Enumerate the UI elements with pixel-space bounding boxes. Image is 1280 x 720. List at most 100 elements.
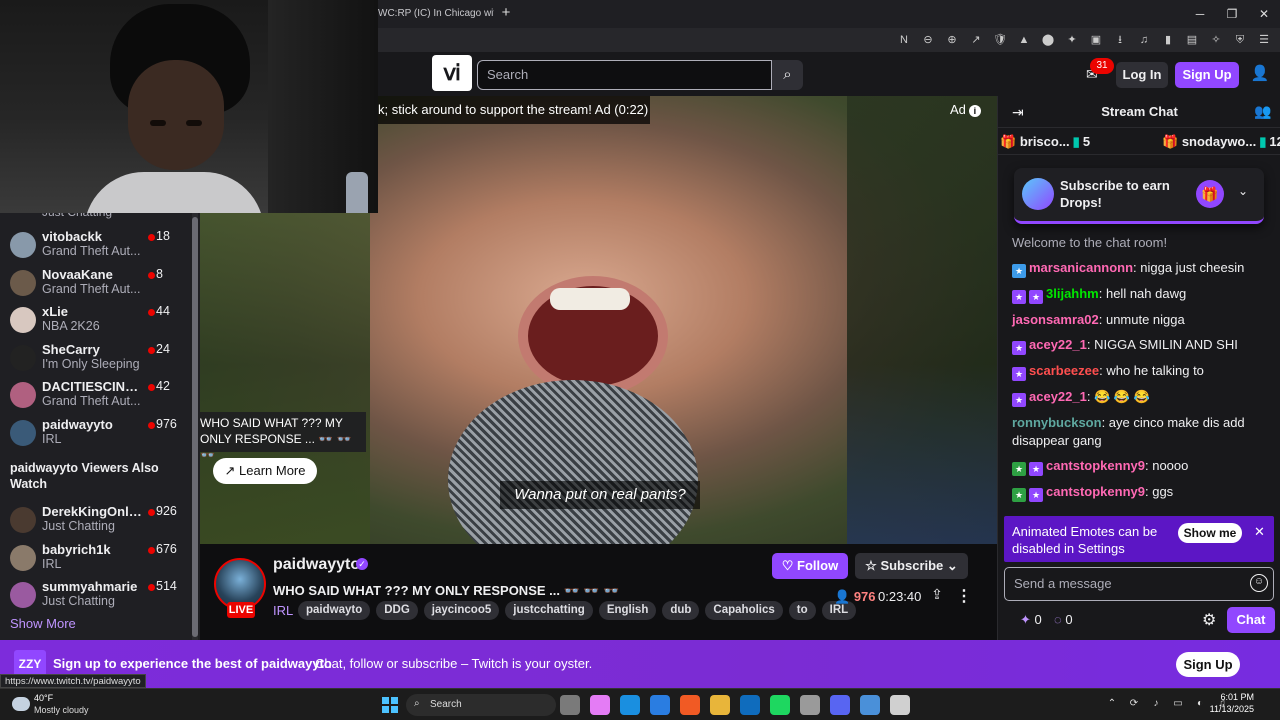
- taskbar-app-icon[interactable]: [830, 695, 850, 715]
- community-users-icon[interactable]: 👥: [1254, 103, 1272, 120]
- clock-date[interactable]: 11/13/2025: [1196, 704, 1254, 714]
- drops-promo-card[interactable]: Subscribe to earn Drops! 🎁 ⌄: [1014, 168, 1264, 224]
- sidebar-channel-item[interactable]: vitobackk Grand Theft Aut... 18: [0, 228, 192, 264]
- browser-extension-icon[interactable]: ▮: [1160, 32, 1176, 48]
- channel-points[interactable]: ✦ 0: [1020, 612, 1042, 628]
- browser-extension-icon[interactable]: 🛡: [992, 32, 1008, 48]
- windows-start-icon[interactable]: [382, 697, 398, 713]
- taskbar-search[interactable]: Search: [406, 694, 556, 716]
- close-icon[interactable]: ✕: [1254, 524, 1268, 540]
- chat-username[interactable]: cantstopkenny9: [1046, 458, 1145, 473]
- browser-extension-icon[interactable]: N: [896, 32, 912, 48]
- info-icon[interactable]: i: [968, 105, 981, 117]
- chat-badge-icon[interactable]: ★: [1012, 290, 1026, 304]
- taskbar-app-icon[interactable]: [890, 695, 910, 715]
- taskbar-app-icon[interactable]: [560, 695, 580, 715]
- chat-badge-icon[interactable]: ★: [1012, 367, 1026, 381]
- browser-extension-icon[interactable]: ⊖: [920, 32, 936, 48]
- browser-extension-icon[interactable]: ✧: [1208, 32, 1224, 48]
- chat-badge-icon[interactable]: ★: [1029, 462, 1043, 476]
- chat-badge-icon[interactable]: ★: [1012, 264, 1026, 278]
- sidebar-channel-item[interactable]: DerekKingOnline Just Chatting 926: [0, 503, 192, 539]
- more-options-icon[interactable]: ⋮: [956, 586, 972, 606]
- chat-badge-icon[interactable]: ★: [1012, 341, 1026, 355]
- sidebar-scrollbar-thumb[interactable]: [192, 217, 198, 637]
- chat-badge-icon[interactable]: ★: [1029, 488, 1043, 502]
- chat-send-button[interactable]: Chat: [1227, 607, 1275, 633]
- tray-icon[interactable]: ♪: [1150, 698, 1162, 710]
- stream-tag[interactable]: English: [598, 601, 657, 620]
- gift-leader-item[interactable]: 🎁 brisco... ▮ 5: [1000, 134, 1090, 150]
- browser-extension-icon[interactable]: ⭳: [1112, 32, 1128, 48]
- sidebar-channel-item[interactable]: summyahmarie Just Chatting 514: [0, 578, 192, 614]
- signup-button[interactable]: Sign Up: [1175, 62, 1239, 88]
- user-menu-icon[interactable]: 👤: [1250, 64, 1270, 84]
- chevron-down-icon[interactable]: ⌄: [1238, 184, 1248, 198]
- login-button[interactable]: Log In: [1116, 62, 1168, 88]
- sidebar-channel-item[interactable]: paidwayyto IRL 976: [0, 416, 192, 452]
- bits-balance[interactable]: ◌ 0: [1054, 612, 1073, 627]
- taskbar-app-icon[interactable]: [710, 695, 730, 715]
- follow-button[interactable]: ♡ Follow: [772, 553, 848, 579]
- search-input[interactable]: Search: [477, 60, 772, 90]
- twitch-logo[interactable]: ⅵ: [432, 55, 472, 91]
- browser-extension-icon[interactable]: ✦: [1064, 32, 1080, 48]
- chat-username[interactable]: scarbeezee: [1029, 363, 1099, 378]
- chat-username[interactable]: cantstopkenny9: [1046, 484, 1145, 499]
- chat-username[interactable]: 3lijahhm: [1046, 286, 1099, 301]
- stream-tag[interactable]: to: [788, 601, 816, 620]
- share-icon[interactable]: ⇪: [928, 586, 946, 606]
- chat-username[interactable]: acey22_1: [1029, 337, 1087, 352]
- taskbar-app-icon[interactable]: [770, 695, 790, 715]
- browser-extension-icon[interactable]: ⛨: [1232, 32, 1248, 48]
- clock-time[interactable]: 6:01 PM: [1210, 692, 1254, 702]
- taskbar-app-icon[interactable]: [620, 695, 640, 715]
- minimize-button[interactable]: ─: [1184, 0, 1216, 28]
- chat-username[interactable]: marsanicannonn: [1029, 260, 1133, 275]
- browser-extension-icon[interactable]: ♫: [1136, 32, 1152, 48]
- sidebar-channel-item[interactable]: NovaaKane Grand Theft Aut... 8: [0, 266, 192, 302]
- streamer-name[interactable]: paidwayyto: [273, 556, 360, 574]
- search-icon[interactable]: ⌕: [772, 60, 803, 90]
- stream-tag[interactable]: DDG: [376, 601, 418, 620]
- stream-tag[interactable]: paidwayto: [298, 601, 371, 620]
- taskbar-app-icon[interactable]: [650, 695, 670, 715]
- banner-signup-button[interactable]: Sign Up: [1176, 652, 1240, 677]
- chat-badge-icon[interactable]: ★: [1012, 488, 1026, 502]
- browser-extension-icon[interactable]: ▣: [1088, 32, 1104, 48]
- chat-badge-icon[interactable]: ★: [1012, 462, 1026, 476]
- stream-category-link[interactable]: IRL: [273, 603, 293, 618]
- browser-tab[interactable]: WC:RP (IC) In Chicago with Bl: [370, 4, 494, 24]
- chat-badge-icon[interactable]: ★: [1012, 393, 1026, 407]
- gift-icon[interactable]: 🎁: [1196, 180, 1224, 208]
- emote-picker-icon[interactable]: ☺: [1250, 574, 1268, 592]
- show-me-button[interactable]: Show me: [1178, 523, 1242, 543]
- chat-message-input[interactable]: Send a message: [1004, 567, 1274, 601]
- browser-extension-icon[interactable]: ☰: [1256, 32, 1272, 48]
- sidebar-channel-item[interactable]: DACITIESCINDE... Grand Theft Aut... 42: [0, 378, 192, 414]
- stream-tag[interactable]: dub: [662, 601, 700, 620]
- chat-username[interactable]: acey22_1: [1029, 389, 1087, 404]
- tray-icon[interactable]: ⟳: [1128, 698, 1140, 710]
- taskbar-app-icon[interactable]: [800, 695, 820, 715]
- browser-extension-icon[interactable]: ▲: [1016, 32, 1032, 48]
- new-tab-button[interactable]: +: [498, 4, 514, 22]
- gift-leader-item[interactable]: 🎁 snodaywo...▮12: [1162, 134, 1280, 150]
- learn-more-button[interactable]: ↗ Learn More: [213, 458, 317, 484]
- cloud-icon[interactable]: [12, 697, 30, 711]
- ad-label[interactable]: Ad i: [950, 102, 990, 120]
- browser-extension-icon[interactable]: ⬤: [1040, 32, 1056, 48]
- close-window-button[interactable]: ✕: [1248, 0, 1280, 28]
- subscribe-button[interactable]: ☆ Subscribe ⌄: [855, 553, 968, 579]
- browser-extension-icon[interactable]: ▤: [1184, 32, 1200, 48]
- browser-extension-icon[interactable]: ↗: [968, 32, 984, 48]
- taskbar-app-icon[interactable]: [680, 695, 700, 715]
- browser-extension-icon[interactable]: ⊕: [944, 32, 960, 48]
- chat-settings-icon[interactable]: ⚙: [1202, 610, 1220, 630]
- show-more-link[interactable]: Show More: [10, 616, 76, 631]
- taskbar-app-icon[interactable]: [740, 695, 760, 715]
- sidebar-channel-item[interactable]: babyrich1k IRL 676: [0, 541, 192, 577]
- stream-tag[interactable]: Capaholics: [705, 601, 783, 620]
- stream-tag[interactable]: justcchatting: [505, 601, 593, 620]
- maximize-button[interactable]: ❐: [1216, 0, 1248, 28]
